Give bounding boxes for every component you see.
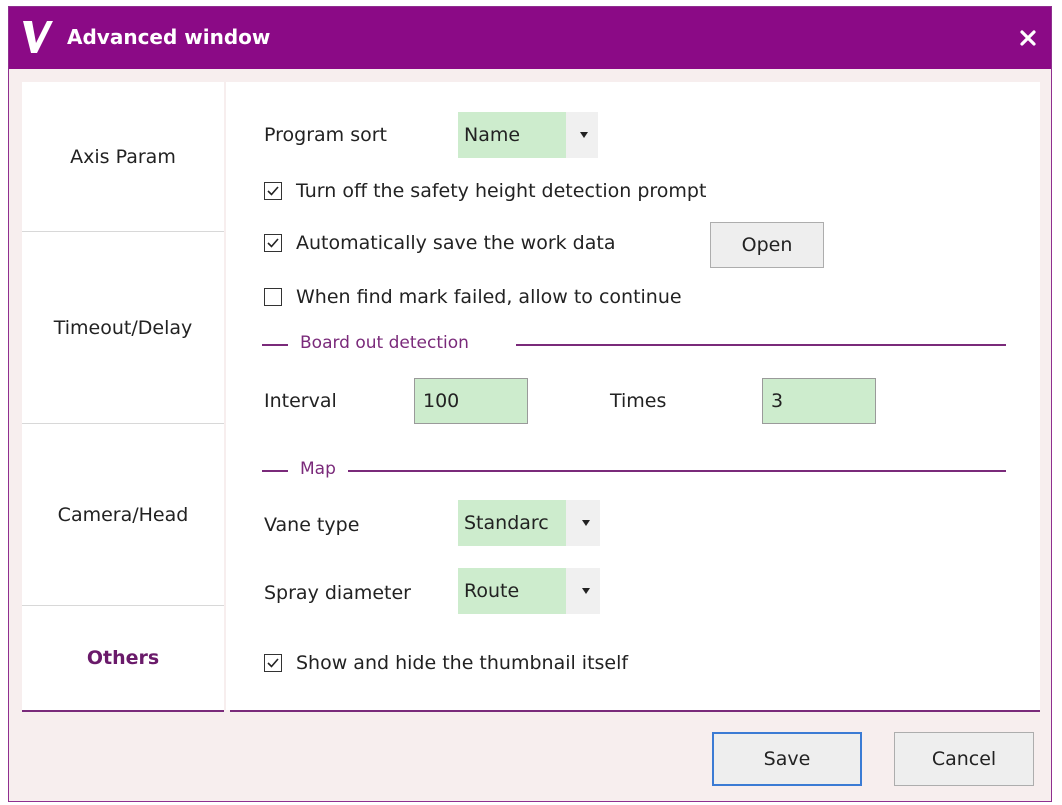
safety-height-checkbox[interactable]: Turn off the safety height detection pro…	[264, 180, 706, 202]
vane-type-label: Vane type	[264, 514, 360, 536]
thumbnail-checkbox[interactable]: Show and hide the thumbnail itself	[264, 652, 628, 674]
open-button[interactable]: Open	[710, 222, 824, 268]
sidebar-item-camera-head[interactable]: Camera/Head	[22, 424, 224, 606]
checkbox-box	[264, 288, 282, 306]
program-sort-label: Program sort	[264, 124, 387, 146]
map-divider-left	[262, 470, 288, 472]
find-mark-checkbox[interactable]: When find mark failed, allow to continue	[264, 286, 682, 308]
interval-label: Interval	[264, 390, 337, 412]
panel-divider	[230, 710, 1040, 712]
chevron-down-icon	[582, 520, 590, 526]
cancel-button[interactable]: Cancel	[894, 732, 1034, 786]
times-label: Times	[610, 390, 667, 412]
sidebar-item-label: Axis Param	[70, 145, 176, 168]
sidebar-item-others[interactable]: Others	[22, 606, 224, 710]
save-button[interactable]: Save	[712, 732, 862, 786]
sidebar-item-label: Timeout/Delay	[53, 316, 193, 339]
map-divider-right	[348, 470, 1006, 472]
auto-save-label: Automatically save the work data	[296, 232, 616, 254]
board-out-title: Board out detection	[300, 333, 469, 353]
find-mark-label: When find mark failed, allow to continue	[296, 286, 682, 308]
checkmark-icon	[267, 186, 279, 196]
program-sort-select[interactable]: Name	[458, 112, 598, 158]
v-logo-icon	[23, 21, 53, 53]
safety-height-label: Turn off the safety height detection pro…	[296, 180, 707, 202]
board-out-divider-right	[516, 344, 1006, 346]
interval-input[interactable]: 100	[414, 378, 528, 424]
sidebar-item-label: Camera/Head	[57, 503, 189, 526]
program-sort-value: Name	[458, 112, 566, 158]
sidebar-item-label: Others	[86, 647, 160, 669]
sidebar-divider	[22, 710, 224, 712]
sidebar: Axis Param Timeout/Delay Camera/Head Oth…	[22, 82, 224, 710]
auto-save-checkbox[interactable]: Automatically save the work data	[264, 232, 615, 254]
checkbox-box	[264, 654, 282, 672]
close-icon[interactable]	[1017, 27, 1039, 49]
spray-diameter-label: Spray diameter	[264, 582, 411, 604]
sidebar-item-timeout-delay[interactable]: Timeout/Delay	[22, 232, 224, 424]
map-title: Map	[300, 459, 336, 479]
window-title: Advanced window	[67, 25, 271, 49]
checkbox-box	[264, 234, 282, 252]
title-bar: Advanced window	[9, 7, 1051, 69]
spray-diameter-value: Route	[458, 568, 566, 614]
vane-type-select[interactable]: Standarc	[458, 500, 600, 546]
checkbox-box	[264, 182, 282, 200]
board-out-divider-left	[262, 344, 288, 346]
checkmark-icon	[267, 658, 279, 668]
times-input[interactable]: 3	[762, 378, 876, 424]
sidebar-item-axis-param[interactable]: Axis Param	[22, 82, 224, 232]
checkmark-icon	[267, 238, 279, 248]
chevron-down-icon	[580, 132, 588, 138]
vane-type-value: Standarc	[458, 500, 566, 546]
spray-diameter-select[interactable]: Route	[458, 568, 600, 614]
chevron-down-icon	[582, 588, 590, 594]
thumbnail-label: Show and hide the thumbnail itself	[296, 652, 629, 674]
